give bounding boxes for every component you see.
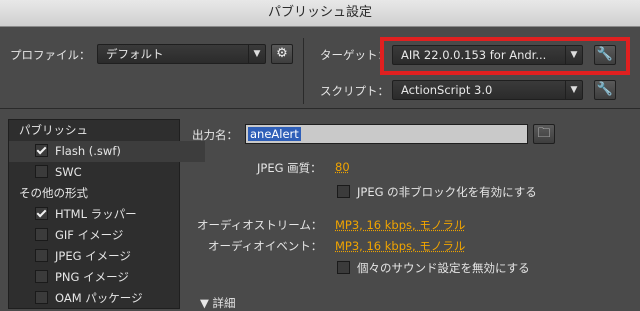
triangle-down-icon: ▼ [200, 296, 209, 310]
list-item-gif[interactable]: GIF イメージ [9, 225, 205, 246]
target-label: ターゲット： [320, 48, 389, 62]
target-dropdown[interactable]: AIR 22.0.0.153 for Andr... ▼ [392, 45, 583, 65]
jpeg-deblock-label: JPEG の非ブロック化を有効にする [357, 185, 537, 199]
target-settings-button[interactable]: 🔧 [594, 45, 616, 65]
audio-stream-value[interactable]: MP3, 16 kbps, モノラル [335, 217, 465, 233]
script-settings-button[interactable]: 🔧 [594, 80, 616, 100]
folder-icon: 🗀 [537, 126, 551, 141]
section-divider [0, 108, 640, 109]
checkbox-flash[interactable] [35, 144, 48, 157]
audio-event-label: オーディオイベント： [208, 239, 323, 253]
list-item-swc[interactable]: SWC [9, 162, 205, 183]
jpeg-quality-label: JPEG 画質： [257, 161, 322, 175]
profile-settings-button[interactable]: ⚙ [271, 44, 293, 64]
list-item-label: GIF イメージ [55, 228, 124, 242]
browse-folder-button[interactable]: 🗀 [533, 124, 555, 144]
wrench-icon: 🔧 [596, 47, 614, 62]
override-sound-option[interactable]: 個々のサウンド設定を無効にする [337, 260, 530, 276]
audio-event-value[interactable]: MP3, 16 kbps, モノラル [335, 238, 465, 254]
list-item-html-wrapper[interactable]: HTML ラッパー [9, 204, 205, 225]
output-name-label: 出力名： [192, 128, 238, 142]
list-item-label: JPEG イメージ [55, 249, 131, 263]
list-item-label: SWC [55, 165, 82, 179]
target-value: AIR 22.0.0.153 for Andr... [401, 48, 547, 62]
advanced-label: 詳細 [212, 296, 236, 310]
checkbox-html-wrapper[interactable] [35, 207, 48, 220]
list-header-publish: パブリッシュ [19, 123, 88, 137]
script-label: スクリプト： [320, 84, 389, 98]
list-item-flash[interactable]: Flash (.swf) [9, 141, 205, 162]
checkbox-swc[interactable] [35, 165, 48, 178]
wrench-icon: 🔧 [596, 82, 614, 97]
checkbox-jpeg[interactable] [35, 249, 48, 262]
checkbox-gif[interactable] [35, 228, 48, 241]
list-header-other-formats: その他の形式 [19, 186, 88, 200]
audio-stream-label: オーディオストリーム： [197, 218, 323, 232]
list-item-oam[interactable]: OAM パッケージ [9, 288, 205, 309]
list-item-label: Flash (.swf) [55, 144, 121, 158]
checkbox-override-sound[interactable] [337, 261, 350, 274]
list-item-png[interactable]: PNG イメージ [9, 267, 205, 288]
checkbox-png[interactable] [35, 270, 48, 283]
output-name-value: aneAlert [248, 127, 301, 141]
gear-icon: ⚙ [276, 46, 288, 61]
checkbox-jpeg-deblock[interactable] [337, 185, 350, 198]
profile-dropdown[interactable]: デフォルト ▼ [97, 44, 266, 64]
jpeg-quality-value[interactable]: 80 [335, 160, 350, 174]
profile-value: デフォルト [106, 47, 164, 61]
chevron-down-icon: ▼ [565, 46, 582, 64]
window-title: パブリッシュ設定 [0, 0, 640, 27]
chevron-down-icon: ▼ [565, 81, 582, 99]
list-item-label: PNG イメージ [55, 270, 129, 284]
list-item-jpeg[interactable]: JPEG イメージ [9, 246, 205, 267]
script-value: ActionScript 3.0 [401, 83, 493, 97]
script-dropdown[interactable]: ActionScript 3.0 ▼ [392, 80, 583, 100]
advanced-section-toggle[interactable]: ▼ 詳細 [200, 295, 236, 311]
list-item-label: HTML ラッパー [55, 207, 137, 221]
chevron-down-icon: ▼ [248, 45, 265, 63]
jpeg-deblock-option[interactable]: JPEG の非ブロック化を有効にする [337, 184, 537, 200]
format-list-panel: パブリッシュ Flash (.swf) SWC その他の形式 HTML ラッパー… [8, 119, 205, 309]
output-name-field[interactable]: aneAlert [245, 124, 528, 144]
profile-label: プロファイル： [10, 48, 91, 62]
override-sound-label: 個々のサウンド設定を無効にする [357, 261, 530, 275]
header-divider [303, 38, 304, 104]
checkbox-oam[interactable] [35, 291, 48, 304]
